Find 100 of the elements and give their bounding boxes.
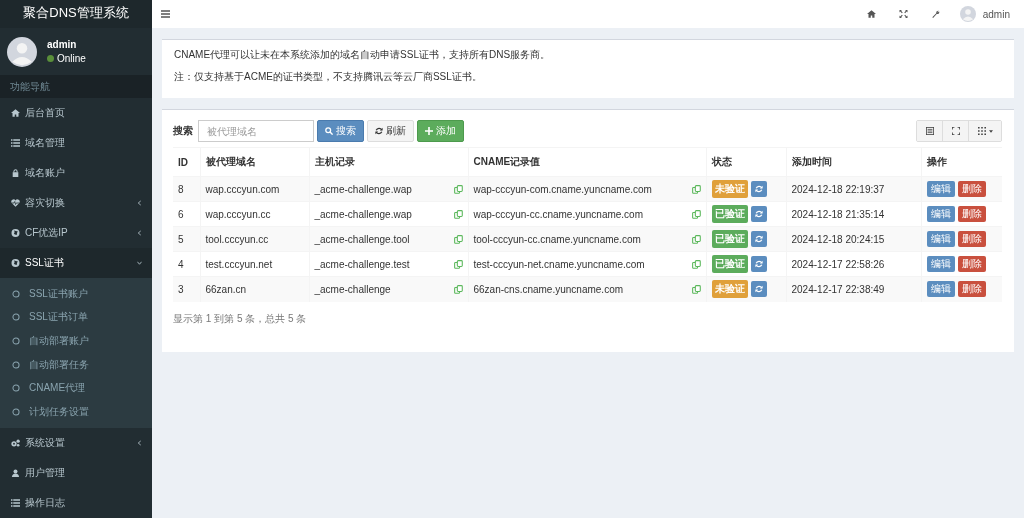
- copy-icon: [691, 209, 701, 219]
- refresh-icon: [375, 127, 383, 135]
- sidebar-item[interactable]: 后台首页: [0, 98, 152, 128]
- lock-icon: [11, 169, 20, 177]
- circle-icon: [12, 360, 20, 369]
- notice-text: 注：仅支持基于ACME的证书类型，不支持腾讯云等云厂商SSL证书。: [174, 71, 483, 83]
- sidebar-item[interactable]: 系统设置: [0, 427, 152, 458]
- column-header: 操作: [921, 147, 1002, 177]
- wrench-icon[interactable]: [930, 10, 940, 18]
- plus-icon: [425, 127, 433, 135]
- sidebar-item[interactable]: 域名管理: [0, 128, 152, 158]
- menu-icon[interactable]: [161, 10, 170, 18]
- chevron-down-icon: [137, 260, 142, 266]
- table-cell: 2024-12-17 22:38:49: [786, 276, 921, 302]
- edit-button[interactable]: 编辑: [926, 231, 955, 247]
- search-field[interactable]: 被代理域名: [198, 120, 314, 142]
- pagination-info: 显示第 1 到第 5 条，总共 5 条: [173, 311, 308, 326]
- refresh-icon: [754, 260, 763, 268]
- verify-button[interactable]: [750, 231, 767, 247]
- table-cell: 2024-12-18 22:19:37: [786, 176, 921, 202]
- table-cell: wap.cccyun.com: [200, 176, 309, 202]
- table-icon: [925, 127, 934, 135]
- chevron-left-icon: [137, 439, 142, 446]
- delete-button[interactable]: 删除: [957, 181, 986, 197]
- sidebar-item[interactable]: 容灾切换: [0, 188, 152, 218]
- copy-icon: [453, 284, 463, 294]
- sidebar-item[interactable]: 用户管理: [0, 457, 152, 488]
- table-cell: 66zan-cns.cname.yuncname.com: [473, 283, 624, 295]
- refresh-button[interactable]: 刷新: [367, 120, 414, 142]
- submenu-item[interactable]: 自动部署任务: [0, 352, 152, 377]
- circle-icon: [12, 407, 20, 416]
- sidebar-item[interactable]: SSL证书: [0, 248, 152, 278]
- fullscreen-icon: [951, 127, 960, 135]
- fullscreen-icon[interactable]: [898, 10, 908, 18]
- status-badge: 已验证: [711, 255, 748, 273]
- column-header: 被代理域名: [200, 147, 309, 177]
- column-header: 添加时间: [786, 147, 921, 177]
- table-cell: test-cccyun-net.cname.yuncname.com: [473, 258, 645, 270]
- search-label: 搜索: [173, 124, 193, 138]
- home-icon: [11, 109, 20, 117]
- home-icon[interactable]: [866, 10, 876, 18]
- delete-button[interactable]: 删除: [957, 231, 986, 247]
- sidebar-item[interactable]: 操作日志: [0, 487, 152, 518]
- toggle-view-button[interactable]: [917, 121, 943, 141]
- column-header: ID: [173, 147, 200, 177]
- refresh-icon: [754, 235, 763, 243]
- table-cell: 2024-12-18 20:24:15: [786, 226, 921, 252]
- circle-icon: [12, 337, 20, 345]
- verify-button[interactable]: [750, 181, 767, 197]
- table-cell: 2024-12-18 21:35:14: [786, 201, 921, 227]
- verify-button[interactable]: [750, 206, 767, 222]
- refresh-icon: [754, 210, 763, 218]
- delete-button[interactable]: 删除: [957, 206, 986, 222]
- table-cell: wap-cccyun-cc.cname.yuncname.com: [473, 208, 643, 220]
- online-status-icon: [47, 55, 54, 62]
- search-button[interactable]: 搜索: [317, 120, 364, 142]
- table-cell: 6: [173, 201, 200, 227]
- table-cell: tool.cccyun.cc: [200, 226, 309, 252]
- delete-button[interactable]: 删除: [957, 281, 986, 298]
- status-badge: 已验证: [711, 230, 748, 248]
- refresh-icon: [754, 285, 763, 294]
- table-cell: 66zan.cn: [200, 276, 309, 302]
- table-cell: 2024-12-17 22:58:26: [786, 251, 921, 277]
- circle-icon: [12, 384, 20, 393]
- sidebar-item[interactable]: CF优选IP: [0, 218, 152, 248]
- submenu-item[interactable]: 计划任务设置: [0, 399, 152, 424]
- circle-icon: [12, 313, 20, 322]
- table-cell: _acme-challenge.wap: [314, 208, 412, 220]
- verify-button[interactable]: [750, 256, 767, 272]
- copy-icon: [691, 284, 701, 294]
- copy-icon: [691, 184, 701, 194]
- chevron-left-icon: [137, 230, 142, 236]
- sidebar-item[interactable]: 域名账户: [0, 158, 152, 188]
- caret-icon: [988, 129, 993, 133]
- copy-icon: [453, 259, 463, 269]
- table-cell: 4: [173, 251, 200, 277]
- submenu-item[interactable]: CNAME代理: [0, 376, 152, 400]
- add-button[interactable]: 添加: [417, 120, 464, 142]
- table-cell: _acme-challenge.wap: [314, 183, 412, 195]
- submenu-item[interactable]: SSL证书订单: [0, 305, 152, 330]
- table-cell: 3: [173, 276, 200, 302]
- nav-header: 功能导航: [10, 79, 50, 94]
- edit-button[interactable]: 编辑: [926, 281, 955, 298]
- copy-icon: [453, 234, 463, 244]
- table-cell: _acme-challenge.tool: [314, 233, 410, 245]
- edit-button[interactable]: 编辑: [926, 256, 955, 272]
- submenu-item[interactable]: SSL证书账户: [0, 282, 152, 306]
- verify-button[interactable]: [750, 281, 767, 298]
- status-badge: 未验证: [711, 180, 748, 198]
- submenu-item[interactable]: 自动部署账户: [0, 329, 152, 353]
- copy-icon: [691, 259, 701, 269]
- delete-button[interactable]: 删除: [957, 256, 986, 272]
- chevron-left-icon: [137, 200, 142, 206]
- table-cell: 8: [173, 176, 200, 202]
- table-cell: test.cccyun.net: [200, 251, 309, 277]
- user-menu[interactable]: admin: [982, 8, 1010, 20]
- grid-icon: [977, 127, 986, 135]
- column-header: 状态: [706, 147, 786, 177]
- edit-button[interactable]: 编辑: [926, 206, 955, 222]
- edit-button[interactable]: 编辑: [926, 181, 955, 197]
